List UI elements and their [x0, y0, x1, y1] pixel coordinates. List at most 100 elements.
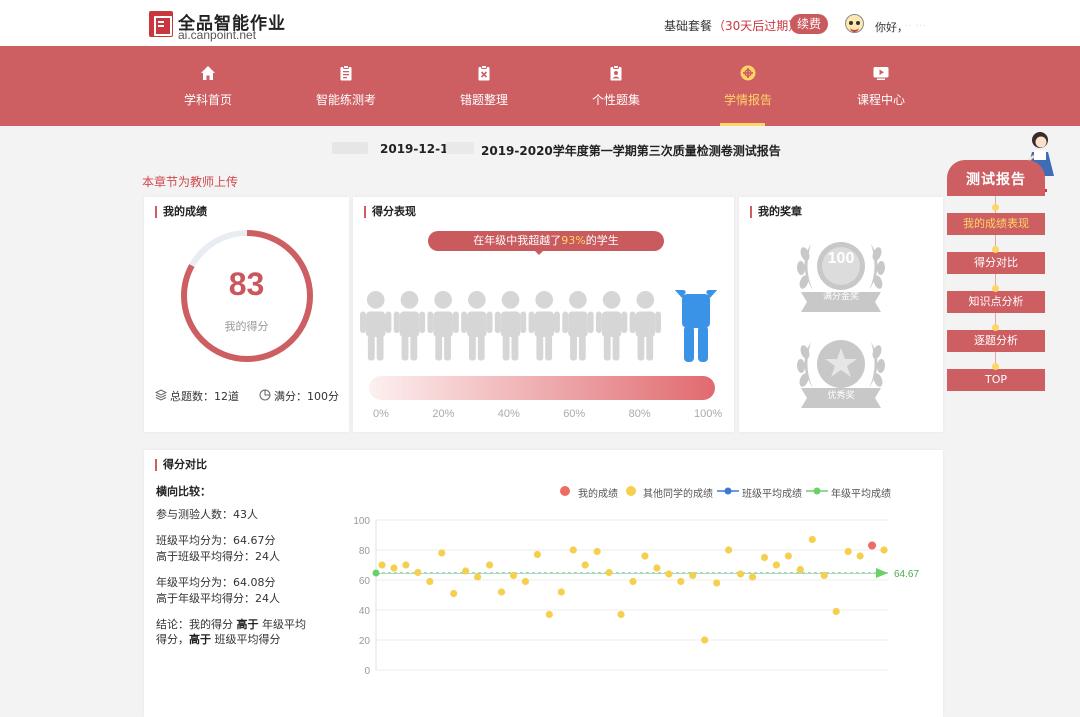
rail-item-knowledge-analysis[interactable]: 知识点分析 — [947, 291, 1045, 313]
conclusion-text: 得分， — [156, 633, 189, 646]
user-name[interactable]: ·· ··· — [905, 19, 926, 32]
other-student-point — [605, 568, 613, 577]
personal-set-icon — [610, 65, 622, 81]
full-score-medal-icon[interactable] — [791, 226, 891, 322]
nav-label: 错题整理 — [459, 93, 508, 107]
other-student-point — [701, 636, 709, 644]
legend-others[interactable]: 其他同学的成绩 — [643, 485, 713, 500]
other-student-point — [713, 579, 721, 587]
other-student-point — [557, 588, 565, 596]
rail-item-question-analysis[interactable]: 逐题分析 — [947, 330, 1045, 352]
y-tick-label: 100 — [353, 516, 370, 527]
nav-item-course[interactable]: 课程中心 — [826, 46, 936, 126]
legend-grade-average[interactable]: 年级平均成绩 — [831, 485, 891, 500]
expire-note: （30天后过期） — [713, 19, 801, 33]
logo-icon[interactable] — [149, 11, 173, 37]
percent-tick-label: 80% — [628, 408, 651, 420]
rail-item-score-compare[interactable]: 得分对比 — [947, 252, 1045, 274]
excellent-medal-icon[interactable] — [791, 328, 891, 420]
card-title: 得分对比 — [155, 459, 207, 471]
other-student-point — [725, 546, 733, 554]
score-label: 我的得分 — [224, 320, 269, 333]
other-student-point — [450, 589, 458, 598]
average-line-arrow — [876, 567, 888, 578]
other-student-point — [629, 577, 637, 586]
other-student-point — [880, 546, 888, 554]
nav-item-error-book[interactable]: 错题整理 — [429, 46, 539, 126]
person-figure — [461, 290, 493, 361]
nav-label: 智能练测考 — [315, 93, 376, 107]
banner-percent: 93% — [561, 234, 586, 247]
redacted-text — [446, 142, 474, 154]
person-figure — [629, 290, 661, 361]
other-student-point — [402, 561, 410, 569]
pie-chart-icon — [259, 389, 271, 401]
conclusion-text: 班级平均得分 — [211, 633, 281, 646]
other-student-point — [521, 577, 530, 586]
nav-item-personal-set[interactable]: 个性题集 — [561, 46, 671, 126]
full-score: 满分：100分 — [274, 390, 339, 403]
other-student-point — [856, 552, 864, 560]
stack-icon — [155, 389, 167, 401]
legend-class-average[interactable]: 班级平均成绩 — [742, 485, 802, 500]
other-student-point — [665, 570, 673, 578]
rail-dot — [992, 204, 999, 211]
nav-label: 课程中心 — [856, 93, 905, 107]
other-student-point — [509, 571, 518, 580]
legend-others-marker — [626, 486, 636, 496]
person-figure — [562, 290, 594, 361]
nav-label: 个性题集 — [591, 93, 640, 107]
other-student-point — [414, 568, 422, 577]
compare-heading: 横向比较： — [156, 485, 211, 498]
rail-item-my-performance[interactable]: 我的成绩表现 — [947, 213, 1045, 235]
me-person-figure — [674, 290, 718, 362]
card-title: 我的成绩 — [155, 206, 207, 218]
rail-dot — [992, 285, 999, 292]
rail-item-top[interactable]: TOP — [947, 369, 1045, 391]
participants: 参与测验人数：43人 — [156, 508, 258, 521]
percent-tick-label: 20% — [432, 408, 455, 420]
percent-tick-label: 100% — [694, 408, 723, 420]
class-average: 班级平均分为：64.67分 — [156, 534, 276, 547]
nav-label: 学情报告 — [723, 93, 772, 107]
redacted-text — [332, 142, 368, 154]
nav-item-practice[interactable]: 智能练测考 — [291, 46, 401, 126]
medal-label: 满分金奖 — [822, 292, 859, 302]
percent-tick-label: 0% — [373, 408, 389, 420]
renew-button[interactable]: 续费 — [790, 14, 828, 34]
main-nav: 学科首页 智能练测考 错题整理 个性题集 学情报告 课程中心 — [0, 46, 1080, 126]
greeting: 你好， — [875, 21, 908, 34]
other-student-point — [784, 552, 792, 560]
person-figure — [528, 290, 560, 361]
conclusion-text: 年级平均 — [258, 618, 306, 631]
other-student-point — [593, 547, 601, 556]
conclusion-line-2: 得分，高于 班级平均得分 — [156, 631, 281, 647]
card-title: 得分表现 — [364, 206, 416, 218]
percent-tick-label: 40% — [497, 408, 520, 420]
top-bar: 全品智能作业 ai.canpoint.net 基础套餐 （30天后过期） 续费 … — [0, 0, 1080, 46]
nav-item-report[interactable]: 学情报告 — [693, 46, 803, 126]
legend-grade-marker — [806, 487, 828, 495]
avatar[interactable] — [845, 14, 864, 33]
y-tick-label: 60 — [359, 576, 371, 587]
nav-item-home[interactable]: 学科首页 — [153, 46, 263, 126]
other-student-point — [772, 561, 781, 569]
other-student-point — [689, 571, 697, 580]
other-student-point — [832, 607, 840, 616]
other-student-point — [378, 561, 386, 569]
legend-mine[interactable]: 我的成绩 — [578, 485, 618, 500]
person-figure — [427, 290, 459, 361]
rail-dot — [992, 363, 999, 370]
active-indicator — [720, 123, 765, 126]
other-student-point — [677, 577, 685, 586]
other-student-point — [748, 573, 757, 581]
percentile-bar — [369, 376, 715, 400]
rail-dot — [992, 246, 999, 253]
medal-number: 100 — [827, 250, 855, 267]
report-title: 2019-2020学年度第一学期第三次质量检测卷测试报告 — [481, 144, 781, 158]
conclusion-text: 结论：我的得分 — [156, 618, 237, 631]
rail-dot — [992, 324, 999, 331]
other-student-point — [485, 561, 494, 569]
conclusion-emphasis: 高于 — [189, 633, 211, 646]
card-title: 我的奖章 — [750, 206, 802, 218]
